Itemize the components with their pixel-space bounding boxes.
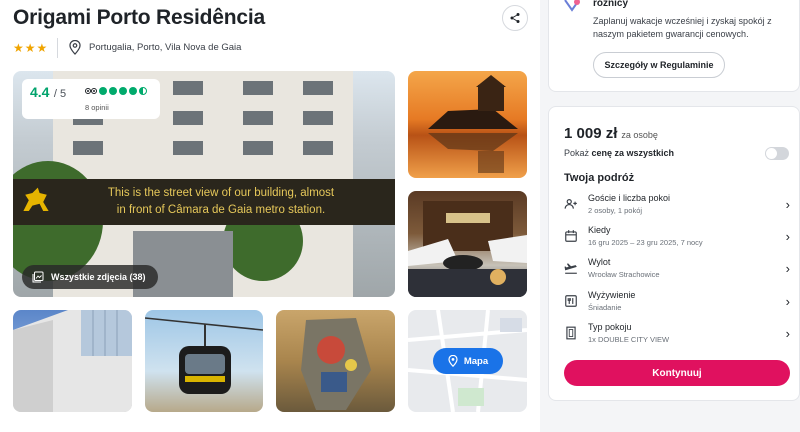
all-photos-label: Wszystkie zdjęcia (38) bbox=[51, 272, 146, 282]
hotel-location[interactable]: Portugalia, Porto, Vila Nova de Gaia bbox=[89, 42, 241, 53]
window bbox=[303, 111, 333, 125]
map-thumbnail[interactable]: Mapa bbox=[408, 310, 527, 412]
chevron-right-icon: › bbox=[785, 294, 790, 309]
row-dates-label: Kiedy bbox=[588, 225, 611, 235]
bubble-full bbox=[129, 87, 137, 95]
photo-cafe[interactable] bbox=[408, 191, 527, 297]
banner-caption-line-2: in front of Câmara de Gaia metro station… bbox=[116, 204, 326, 216]
horse-logo-icon bbox=[23, 187, 49, 211]
row-departure[interactable]: Wylot Wrocław Strachowice › bbox=[564, 257, 790, 287]
row-meals[interactable]: Wyżywienie Śniadanie › bbox=[564, 290, 790, 320]
row-dates[interactable]: Kiedy 16 gru 2025 – 23 gru 2025, 7 nocy … bbox=[564, 225, 790, 255]
row-departure-label: Wylot bbox=[588, 257, 611, 267]
guarantee-icon bbox=[564, 0, 580, 12]
plane-icon bbox=[564, 263, 577, 274]
row-guests-value: 2 osoby, 1 pokój bbox=[588, 206, 643, 215]
chevron-right-icon: › bbox=[785, 326, 790, 341]
street-art-image bbox=[301, 318, 371, 410]
price-per: za osobę bbox=[621, 130, 658, 140]
main-photo[interactable]: This is the street view of our building,… bbox=[13, 71, 395, 297]
price-block: 1 009 zł za osobę bbox=[564, 125, 658, 142]
price-value: 1 009 zł bbox=[564, 125, 618, 142]
row-meals-value: Śniadanie bbox=[588, 303, 622, 312]
chevron-right-icon: › bbox=[785, 261, 790, 276]
promo-heading: różnicy bbox=[593, 0, 629, 9]
window bbox=[173, 81, 203, 95]
hotel-page: Origami Porto Residência ★★★ Portugalia,… bbox=[0, 0, 800, 432]
cable-car-image bbox=[145, 317, 263, 394]
price-guarantee-card: różnicy Zaplanuj wakacje wcześniej i zys… bbox=[548, 0, 800, 92]
location-pin-icon bbox=[69, 40, 81, 55]
chevron-right-icon: › bbox=[785, 197, 790, 212]
photo-sunset-chapel[interactable] bbox=[408, 71, 527, 178]
bubble-full bbox=[99, 87, 107, 95]
tripadvisor-owl-icon bbox=[85, 88, 97, 94]
divider bbox=[57, 38, 58, 58]
star-rating: ★★★ bbox=[13, 41, 49, 55]
rating-score: 4.4 bbox=[30, 84, 50, 100]
row-room-type-value: 1x DOUBLE CITY VIEW bbox=[588, 335, 670, 344]
share-icon bbox=[510, 13, 520, 23]
sunset-chapel-image bbox=[428, 75, 518, 173]
room-icon bbox=[566, 326, 576, 340]
guests-icon bbox=[564, 199, 577, 209]
row-dates-value: 16 gru 2025 – 23 gru 2025, 7 nocy bbox=[588, 238, 703, 247]
row-guests-label: Goście i liczba pokoi bbox=[588, 193, 671, 203]
price-toggle-bold: cenę za wszystkich bbox=[591, 148, 675, 158]
price-toggle-label: Pokaż cenę za wszystkich bbox=[564, 148, 674, 158]
photo-cable-car[interactable] bbox=[145, 310, 263, 412]
map-pin-icon bbox=[448, 355, 458, 367]
tripadvisor-rating bbox=[85, 87, 147, 95]
booking-card: 1 009 zł za osobę Pokaż cenę za wszystkic… bbox=[548, 106, 800, 401]
row-meals-label: Wyżywienie bbox=[588, 290, 636, 300]
regulations-details-button[interactable]: Szczegóły w Regulaminie bbox=[593, 52, 725, 78]
promo-text: Zaplanuj wakacje wcześniej i zyskaj spok… bbox=[593, 16, 772, 39]
rating-max: / 5 bbox=[53, 88, 67, 100]
map-button-label: Mapa bbox=[463, 355, 489, 367]
hotel-details: Origami Porto Residência ★★★ Portugalia,… bbox=[0, 0, 540, 432]
bubble-full bbox=[119, 87, 127, 95]
banner-caption: This is the street view of our building,… bbox=[59, 185, 395, 219]
photo-banner: This is the street view of our building,… bbox=[13, 179, 395, 225]
window bbox=[303, 141, 333, 155]
row-room-type[interactable]: Typ pokoju 1x DOUBLE CITY VIEW › bbox=[564, 322, 790, 352]
bubble-full bbox=[109, 87, 117, 95]
row-departure-value: Wrocław Strachowice bbox=[588, 270, 660, 279]
window bbox=[243, 111, 273, 125]
photo-street-art[interactable] bbox=[276, 310, 395, 412]
chevron-right-icon: › bbox=[785, 229, 790, 244]
window bbox=[243, 81, 273, 95]
modern-building-image bbox=[13, 310, 132, 412]
photo-modern-building[interactable] bbox=[13, 310, 132, 412]
cafe-image bbox=[408, 201, 527, 297]
window bbox=[173, 111, 203, 125]
row-guests[interactable]: Goście i liczba pokoi 2 osoby, 1 pokój › bbox=[564, 193, 790, 223]
row-room-type-label: Typ pokoju bbox=[588, 322, 632, 332]
window bbox=[243, 141, 273, 155]
meal-icon bbox=[565, 295, 577, 307]
window bbox=[173, 141, 203, 155]
bubble-half bbox=[139, 87, 147, 95]
origami-logo bbox=[13, 179, 59, 225]
trip-title: Twoja podróż bbox=[564, 172, 635, 184]
window bbox=[73, 141, 103, 155]
share-button[interactable] bbox=[502, 5, 528, 31]
window bbox=[303, 81, 333, 95]
all-photos-button[interactable]: Wszystkie zdjęcia (38) bbox=[22, 265, 158, 289]
rating-card[interactable]: 4.4 / 5 8 opinii bbox=[22, 79, 160, 119]
price-toggle-prefix: Pokaż bbox=[564, 148, 592, 158]
continue-button[interactable]: Kontynuuj bbox=[564, 360, 790, 386]
map-button[interactable]: Mapa bbox=[433, 348, 503, 374]
gallery-icon bbox=[32, 271, 44, 283]
hotel-title: Origami Porto Residência bbox=[13, 6, 265, 29]
opinions-count: 8 opinii bbox=[85, 103, 109, 112]
price-all-toggle[interactable] bbox=[765, 147, 789, 160]
calendar-icon bbox=[565, 230, 577, 242]
banner-caption-line-1: This is the street view of our building,… bbox=[107, 187, 335, 199]
